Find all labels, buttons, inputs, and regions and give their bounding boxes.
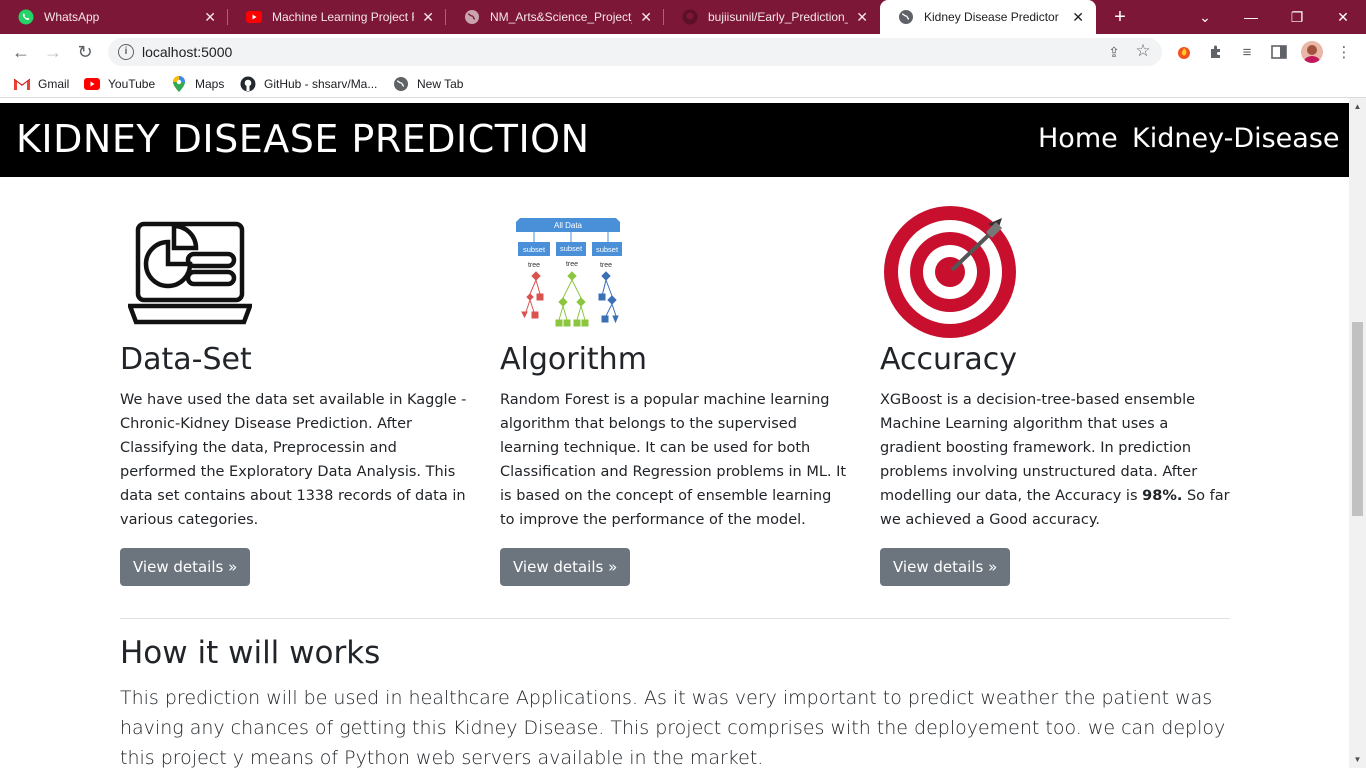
tab-whatsapp[interactable]: WhatsApp ✕	[0, 0, 228, 34]
random-forest-icon: All Data subset subset subset tree tree …	[516, 216, 622, 334]
target-icon	[882, 204, 1018, 340]
bookmark-label: Maps	[195, 77, 225, 91]
tab-strip: WhatsApp ✕ Machine Learning Project File…	[0, 0, 1366, 34]
tab-nm-project[interactable]: NM_Arts&Science_Project_De ✕	[446, 0, 664, 34]
bookmark-star-icon[interactable]: ☆	[1134, 42, 1152, 60]
feature-title: Data-Set	[120, 342, 252, 377]
view-details-button[interactable]: View details »	[500, 548, 631, 586]
subset-label: subset	[560, 244, 583, 253]
feature-description: XGBoost is a decision-tree-based ensembl…	[880, 388, 1230, 532]
bookmarks-bar: Gmail YouTube Maps GitHub - shsarv/Ma...…	[0, 70, 1366, 98]
gmail-icon	[14, 76, 30, 92]
tab-search-icon[interactable]: ⌄	[1182, 0, 1228, 34]
profile-avatar[interactable]	[1301, 41, 1323, 63]
bookmark-label: GitHub - shsarv/Ma...	[264, 77, 378, 91]
feature-title: Algorithm	[500, 342, 647, 377]
subset-label: subset	[596, 245, 619, 254]
bookmark-youtube[interactable]: YouTube	[84, 75, 155, 93]
close-icon[interactable]: ✕	[856, 9, 868, 26]
restore-icon[interactable]: ❐	[1274, 0, 1320, 34]
nav-link-kidney-disease[interactable]: Kidney-Disease	[1132, 123, 1340, 154]
whatsapp-icon	[18, 9, 34, 25]
close-icon[interactable]: ✕	[640, 9, 652, 26]
page-scrollbar[interactable]: ▲ ▼	[1349, 98, 1366, 768]
all-data-label: All Data	[554, 221, 583, 230]
accuracy-value: 98%.	[1142, 488, 1183, 504]
extensions-puzzle-icon[interactable]	[1206, 42, 1226, 62]
how-it-works-title: How it will works	[120, 635, 381, 671]
tab-title: Machine Learning Project Files	[272, 10, 414, 24]
site-info-icon[interactable]: i	[118, 44, 134, 60]
youtube-icon	[84, 76, 100, 92]
tab-title: WhatsApp	[44, 10, 100, 24]
minimize-icon[interactable]: —	[1228, 0, 1274, 34]
feature-description: Random Forest is a popular machine learn…	[500, 392, 847, 528]
how-it-works-text: This prediction will be used in healthca…	[120, 687, 1226, 768]
extension-fire-icon[interactable]	[1174, 42, 1194, 62]
laptop-chart-icon	[126, 214, 254, 328]
bookmark-label: New Tab	[417, 77, 464, 91]
tree-label: tree	[566, 261, 578, 268]
globe-icon	[393, 76, 409, 92]
feature-description: We have used the data set available in K…	[120, 392, 467, 528]
bookmark-new-tab[interactable]: New Tab	[393, 75, 463, 93]
subset-label: subset	[523, 245, 546, 254]
bookmark-github[interactable]: GitHub - shsarv/Ma...	[240, 75, 377, 93]
scroll-thumb[interactable]	[1352, 322, 1363, 516]
site-navbar: KIDNEY DISEASE PREDICTION Home Kidney-Di…	[0, 103, 1349, 177]
tab-title: Kidney Disease Predictor	[924, 10, 1059, 24]
close-icon[interactable]: ✕	[204, 9, 216, 26]
menu-kebab-icon[interactable]: ⋮	[1334, 42, 1354, 62]
globe-icon	[464, 9, 480, 25]
tree-label: tree	[600, 262, 612, 269]
bookmark-maps[interactable]: Maps	[171, 75, 224, 93]
url-text[interactable]: localhost:5000	[142, 38, 232, 66]
new-tab-button[interactable]: +	[1108, 5, 1132, 29]
view-details-button[interactable]: View details »	[120, 548, 251, 586]
globe-icon	[898, 9, 914, 25]
close-icon[interactable]: ✕	[1072, 9, 1084, 26]
back-icon[interactable]: ←	[8, 39, 34, 65]
youtube-icon	[246, 9, 262, 25]
nav-link-home[interactable]: Home	[1038, 123, 1118, 154]
github-icon	[240, 76, 256, 92]
view-details-button[interactable]: View details »	[880, 548, 1011, 586]
forward-icon[interactable]: →	[40, 39, 66, 65]
tab-title: bujiisunil/Early_Prediction_fo	[708, 10, 849, 24]
reload-icon[interactable]: ↻	[72, 39, 98, 65]
browser-toolbar: ← → ↻ i localhost:5000 ⇪ ☆ ≡ ⋮	[0, 34, 1366, 70]
side-panel-icon[interactable]	[1269, 42, 1289, 62]
close-icon[interactable]: ✕	[422, 9, 434, 26]
bookmark-label: YouTube	[108, 77, 156, 91]
brand-title[interactable]: KIDNEY DISEASE PREDICTION	[16, 117, 590, 161]
page-viewport: KIDNEY DISEASE PREDICTION Home Kidney-Di…	[0, 98, 1349, 768]
scroll-up-arrow[interactable]: ▲	[1349, 98, 1366, 115]
tab-kidney-disease-predictor[interactable]: Kidney Disease Predictor ✕	[880, 0, 1096, 34]
close-window-icon[interactable]: ✕	[1320, 0, 1366, 34]
reading-list-icon[interactable]: ≡	[1237, 42, 1257, 62]
share-icon[interactable]: ⇪	[1106, 44, 1122, 60]
tree-label: tree	[528, 262, 540, 269]
maps-icon	[171, 76, 187, 92]
tab-github-repo[interactable]: bujiisunil/Early_Prediction_fo ✕	[664, 0, 880, 34]
section-divider	[120, 618, 1230, 619]
github-icon	[682, 9, 698, 25]
scroll-down-arrow[interactable]: ▼	[1349, 751, 1366, 768]
feature-title: Accuracy	[880, 342, 1017, 377]
bookmark-label: Gmail	[38, 77, 70, 91]
bookmark-gmail[interactable]: Gmail	[14, 75, 69, 93]
address-bar[interactable]: i localhost:5000 ⇪ ☆	[108, 38, 1162, 66]
tab-ml-project-files[interactable]: Machine Learning Project Files ✕	[228, 0, 446, 34]
tab-title: NM_Arts&Science_Project_De	[490, 10, 632, 24]
